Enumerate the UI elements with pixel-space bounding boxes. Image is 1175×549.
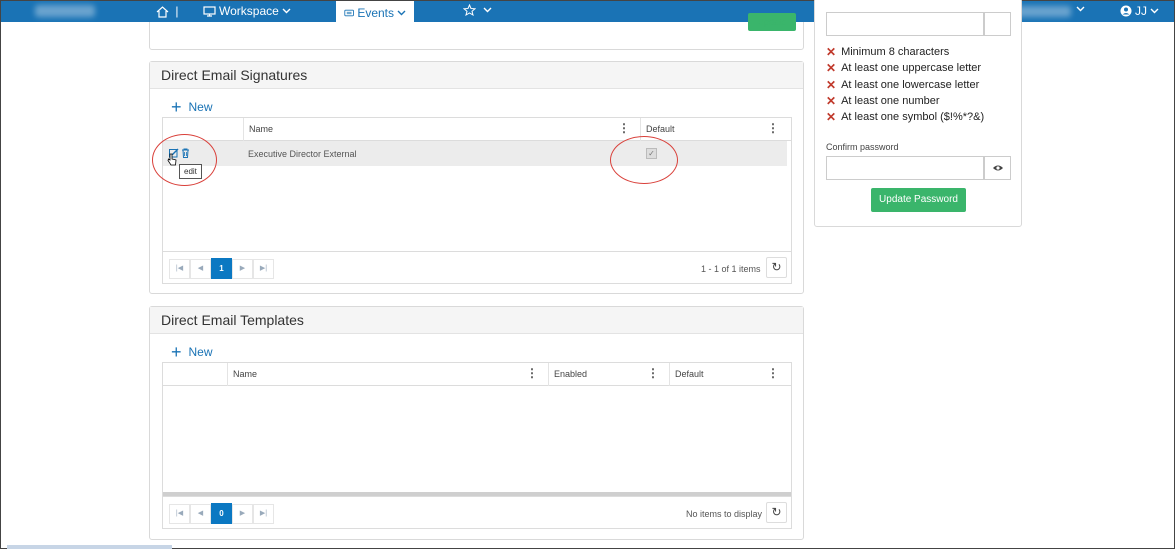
signatures-grid-header: Name ⋮ Default ⋮	[163, 118, 791, 141]
home-link[interactable]: |	[156, 4, 178, 18]
password-rule-text: At least one symbol ($!%*?&)	[841, 111, 985, 123]
last-page-button[interactable]: ▶|	[253, 259, 274, 279]
column-name-label: Name	[249, 124, 274, 134]
new-password-field[interactable]	[826, 12, 984, 36]
signatures-grid: Name ⋮ Default ⋮ Executive Director Exte…	[162, 117, 792, 284]
password-rule-text: At least one number	[841, 95, 940, 107]
plus-icon: +	[171, 97, 182, 117]
column-header-name[interactable]: Name ⋮	[227, 363, 548, 386]
eye-icon[interactable]	[984, 156, 1011, 180]
first-page-button[interactable]: |◀	[169, 259, 190, 279]
password-rule: ✕ At least one symbol ($!%*?&)	[826, 110, 984, 124]
nav-events[interactable]: Events	[336, 1, 414, 22]
nav-workspace-label: Workspace	[219, 4, 279, 18]
org-chevron[interactable]	[1076, 4, 1085, 14]
chevron-down-icon	[282, 6, 291, 16]
star-icon	[463, 4, 476, 16]
signatures-pager: |◀ ◀ 1 ▶ ▶| 1 - 1 of 1 items ↻	[163, 251, 791, 283]
ticket-icon	[344, 9, 354, 17]
password-rule-text: At least one lowercase letter	[841, 79, 980, 91]
nav-favorites[interactable]	[463, 4, 492, 16]
page-number-button[interactable]: 1	[211, 258, 232, 279]
eye-icon[interactable]	[984, 12, 1011, 36]
next-page-button[interactable]: ▶	[232, 259, 253, 279]
column-header-name[interactable]: Name ⋮	[243, 118, 640, 141]
column-header-default[interactable]: Default ⋮	[669, 363, 789, 386]
nav-events-label: Events	[357, 6, 394, 20]
new-signature-button[interactable]: + New	[171, 97, 213, 117]
user-icon	[1120, 5, 1132, 17]
annotation-circle	[610, 136, 678, 184]
column-enabled-label: Enabled	[554, 369, 588, 379]
chevron-down-icon	[483, 5, 492, 15]
user-menu[interactable]: JJ	[1120, 4, 1159, 18]
change-password-panel: ✕ Minimum 8 characters ✕ At least one uppe…	[814, 0, 1022, 227]
templates-grid-header: Name ⋮ Enabled ⋮ Default ⋮	[163, 363, 791, 386]
prev-page-button[interactable]: ◀	[190, 259, 211, 279]
templates-title: Direct Email Templates	[150, 307, 803, 334]
pager-info: No items to display	[686, 509, 763, 519]
column-default-label: Default	[646, 124, 675, 134]
monitor-icon	[203, 5, 216, 17]
password-rule: ✕ At least one number	[826, 94, 940, 108]
chevron-down-icon	[397, 8, 406, 18]
new-template-label: New	[188, 345, 213, 359]
password-rule: ✕ At least one lowercase letter	[826, 78, 979, 92]
column-menu-icon[interactable]: ⋮	[767, 366, 779, 380]
nav-workspace[interactable]: Workspace	[203, 4, 291, 18]
x-icon: ✕	[826, 61, 837, 75]
templates-grid: Name ⋮ Enabled ⋮ Default ⋮ |◀ ◀ 0 ▶ ▶| N…	[162, 362, 792, 529]
password-rule: ✕ Minimum 8 characters	[826, 45, 949, 59]
confirm-password-label: Confirm password	[826, 142, 899, 152]
password-rule: ✕ At least one uppercase letter	[826, 61, 981, 75]
column-menu-icon[interactable]: ⋮	[647, 366, 659, 380]
confirm-password-field[interactable]	[826, 156, 984, 180]
templates-panel: Direct Email Templates + New Name ⋮ Enab…	[149, 306, 804, 540]
column-menu-icon[interactable]: ⋮	[526, 366, 538, 380]
user-initials: JJ	[1135, 4, 1147, 18]
signatures-title: Direct Email Signatures	[150, 62, 803, 89]
chevron-down-icon	[1076, 4, 1085, 14]
home-icon	[156, 6, 169, 18]
signatures-panel: Direct Email Signatures + New Name ⋮ Def…	[149, 61, 804, 294]
column-name-label: Name	[233, 369, 258, 379]
refresh-icon[interactable]: ↻	[766, 257, 787, 278]
new-signature-label: New	[188, 100, 213, 114]
table-row[interactable]: Executive Director External ✓	[163, 141, 787, 166]
column-menu-icon[interactable]: ⋮	[618, 121, 630, 135]
update-password-button[interactable]: Update Password	[871, 188, 966, 212]
x-icon: ✕	[826, 94, 837, 108]
chevron-down-icon	[1150, 6, 1159, 16]
next-page-button[interactable]: ▶	[232, 504, 253, 524]
last-page-button[interactable]: ▶|	[253, 504, 274, 524]
x-icon: ✕	[826, 45, 837, 59]
pager-info: 1 - 1 of 1 items	[701, 264, 761, 274]
annotation-circle	[152, 134, 217, 186]
password-rule-text: At least one uppercase letter	[841, 62, 982, 74]
column-header-default[interactable]: Default ⋮	[640, 118, 789, 141]
prev-page-button[interactable]: ◀	[190, 504, 211, 524]
password-rule-text: Minimum 8 characters	[841, 46, 950, 58]
app-logo[interactable]	[35, 5, 95, 17]
refresh-icon[interactable]: ↻	[766, 502, 787, 523]
column-header-enabled[interactable]: Enabled ⋮	[548, 363, 669, 386]
profile-update-button[interactable]: Update	[748, 13, 796, 31]
first-page-button[interactable]: |◀	[169, 504, 190, 524]
x-icon: ✕	[826, 110, 837, 124]
page-number-button[interactable]: 0	[211, 503, 232, 524]
plus-icon: +	[171, 342, 182, 362]
status-strip	[7, 545, 172, 549]
templates-pager: |◀ ◀ 0 ▶ ▶| No items to display ↻	[163, 496, 791, 528]
nav-separator: |	[175, 4, 179, 18]
column-menu-icon[interactable]: ⋮	[767, 121, 779, 135]
x-icon: ✕	[826, 78, 837, 92]
column-default-label: Default	[675, 369, 704, 379]
signature-name-cell: Executive Director External	[248, 149, 357, 159]
new-template-button[interactable]: + New	[171, 342, 213, 362]
